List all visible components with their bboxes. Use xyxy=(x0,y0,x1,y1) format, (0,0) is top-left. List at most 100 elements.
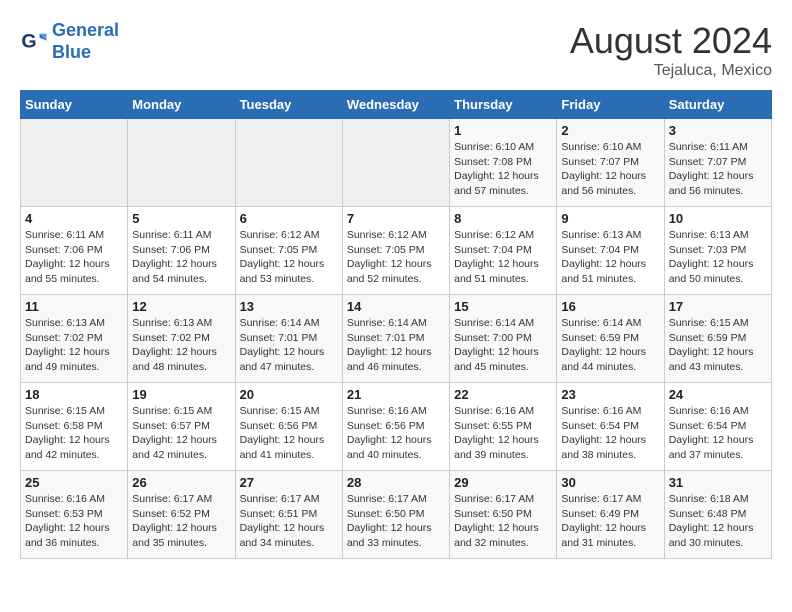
day-cell-1: 1 Sunrise: 6:10 AMSunset: 7:08 PMDaylight… xyxy=(450,119,557,207)
day-cell-empty xyxy=(128,119,235,207)
day-info: Sunrise: 6:12 AMSunset: 7:05 PMDaylight:… xyxy=(347,228,445,287)
header-saturday: Saturday xyxy=(664,91,771,119)
day-cell-9: 9Sunrise: 6:13 AMSunset: 7:04 PMDaylight… xyxy=(557,207,664,295)
calendar-table: SundayMondayTuesdayWednesdayThursdayFrid… xyxy=(20,90,772,559)
day-number: 28 xyxy=(347,475,445,490)
day-number: 26 xyxy=(132,475,230,490)
title-block: August 2024 Tejaluca, Mexico xyxy=(570,20,772,80)
day-cell-24: 24 Sunrise: 6:16 AMSunset: 6:54 PMDayligh… xyxy=(664,383,771,471)
day-number: 22 xyxy=(454,387,552,402)
day-info: Sunrise: 6:14 AMSunset: 7:00 PMDaylight:… xyxy=(454,316,552,375)
day-number: 30 xyxy=(561,475,659,490)
day-cell-23: 23 Sunrise: 6:16 AMSunset: 6:54 PMDayligh… xyxy=(557,383,664,471)
day-cell-13: 13Sunrise: 6:14 AMSunset: 7:01 PMDayligh… xyxy=(235,295,342,383)
day-info: Sunrise: 6:17 AMSunset: 6:50 PMDaylight:… xyxy=(347,492,445,551)
day-number: 23 xyxy=(561,387,659,402)
calendar-header-row: SundayMondayTuesdayWednesdayThursdayFrid… xyxy=(21,91,772,119)
day-number: 3 xyxy=(669,123,767,138)
day-number: 7 xyxy=(347,211,445,226)
day-cell-4: 4Sunrise: 6:11 AMSunset: 7:06 PMDaylight… xyxy=(21,207,128,295)
day-cell-31: 31Sunrise: 6:18 AMSunset: 6:48 PMDayligh… xyxy=(664,471,771,559)
logo-line1: General xyxy=(52,20,119,40)
logo-line2: Blue xyxy=(52,42,91,62)
day-number: 1 xyxy=(454,123,552,138)
day-info: Sunrise: 6:10 AMSunset: 7:08 PMDaylight:… xyxy=(454,140,552,199)
location: Tejaluca, Mexico xyxy=(570,62,772,80)
day-info: Sunrise: 6:16 AMSunset: 6:56 PMDaylight:… xyxy=(347,404,445,463)
day-cell-empty xyxy=(21,119,128,207)
day-info: Sunrise: 6:16 AMSunset: 6:54 PMDaylight:… xyxy=(561,404,659,463)
day-number: 13 xyxy=(240,299,338,314)
day-cell-10: 10Sunrise: 6:13 AMSunset: 7:03 PMDayligh… xyxy=(664,207,771,295)
day-info: Sunrise: 6:17 AMSunset: 6:52 PMDaylight:… xyxy=(132,492,230,551)
day-number: 19 xyxy=(132,387,230,402)
day-cell-6: 6Sunrise: 6:12 AMSunset: 7:05 PMDaylight… xyxy=(235,207,342,295)
day-cell-19: 19 Sunrise: 6:15 AMSunset: 6:57 PMDayligh… xyxy=(128,383,235,471)
day-cell-15: 15 Sunrise: 6:14 AMSunset: 7:00 PMDayligh… xyxy=(450,295,557,383)
logo-text: General Blue xyxy=(52,20,119,63)
day-info: Sunrise: 6:16 AMSunset: 6:54 PMDaylight:… xyxy=(669,404,767,463)
page-header: G General Blue August 2024 Tejaluca, Mex… xyxy=(20,20,772,80)
week-row-1: 1 Sunrise: 6:10 AMSunset: 7:08 PMDaylight… xyxy=(21,119,772,207)
day-number: 29 xyxy=(454,475,552,490)
week-row-5: 25 Sunrise: 6:16 AMSunset: 6:53 PMDayligh… xyxy=(21,471,772,559)
day-info: Sunrise: 6:12 AMSunset: 7:04 PMDaylight:… xyxy=(454,228,552,287)
day-number: 25 xyxy=(25,475,123,490)
day-cell-17: 17 Sunrise: 6:15 AMSunset: 6:59 PMDayligh… xyxy=(664,295,771,383)
day-cell-empty xyxy=(235,119,342,207)
day-info: Sunrise: 6:17 AMSunset: 6:50 PMDaylight:… xyxy=(454,492,552,551)
day-cell-25: 25 Sunrise: 6:16 AMSunset: 6:53 PMDayligh… xyxy=(21,471,128,559)
week-row-4: 18 Sunrise: 6:15 AMSunset: 6:58 PMDayligh… xyxy=(21,383,772,471)
day-number: 9 xyxy=(561,211,659,226)
header-tuesday: Tuesday xyxy=(235,91,342,119)
day-number: 4 xyxy=(25,211,123,226)
day-info: Sunrise: 6:11 AMSunset: 7:07 PMDaylight:… xyxy=(669,140,767,199)
logo: G General Blue xyxy=(20,20,119,63)
day-number: 14 xyxy=(347,299,445,314)
header-wednesday: Wednesday xyxy=(342,91,449,119)
day-info: Sunrise: 6:14 AMSunset: 7:01 PMDaylight:… xyxy=(347,316,445,375)
day-info: Sunrise: 6:17 AMSunset: 6:49 PMDaylight:… xyxy=(561,492,659,551)
header-monday: Monday xyxy=(128,91,235,119)
day-cell-16: 16Sunrise: 6:14 AMSunset: 6:59 PMDayligh… xyxy=(557,295,664,383)
day-number: 12 xyxy=(132,299,230,314)
day-info: Sunrise: 6:13 AMSunset: 7:02 PMDaylight:… xyxy=(25,316,123,375)
logo-icon: G xyxy=(20,28,48,56)
day-info: Sunrise: 6:12 AMSunset: 7:05 PMDaylight:… xyxy=(240,228,338,287)
day-number: 21 xyxy=(347,387,445,402)
day-info: Sunrise: 6:15 AMSunset: 6:58 PMDaylight:… xyxy=(25,404,123,463)
day-number: 20 xyxy=(240,387,338,402)
day-cell-11: 11Sunrise: 6:13 AMSunset: 7:02 PMDayligh… xyxy=(21,295,128,383)
day-info: Sunrise: 6:16 AMSunset: 6:53 PMDaylight:… xyxy=(25,492,123,551)
day-cell-empty xyxy=(342,119,449,207)
day-cell-29: 29 Sunrise: 6:17 AMSunset: 6:50 PMDayligh… xyxy=(450,471,557,559)
day-info: Sunrise: 6:17 AMSunset: 6:51 PMDaylight:… xyxy=(240,492,338,551)
header-friday: Friday xyxy=(557,91,664,119)
day-number: 17 xyxy=(669,299,767,314)
day-info: Sunrise: 6:13 AMSunset: 7:02 PMDaylight:… xyxy=(132,316,230,375)
day-number: 27 xyxy=(240,475,338,490)
header-sunday: Sunday xyxy=(21,91,128,119)
day-number: 24 xyxy=(669,387,767,402)
day-info: Sunrise: 6:15 AMSunset: 6:57 PMDaylight:… xyxy=(132,404,230,463)
day-info: Sunrise: 6:15 AMSunset: 6:59 PMDaylight:… xyxy=(669,316,767,375)
week-row-3: 11Sunrise: 6:13 AMSunset: 7:02 PMDayligh… xyxy=(21,295,772,383)
month-year: August 2024 xyxy=(570,20,772,62)
day-info: Sunrise: 6:16 AMSunset: 6:55 PMDaylight:… xyxy=(454,404,552,463)
day-cell-26: 26 Sunrise: 6:17 AMSunset: 6:52 PMDayligh… xyxy=(128,471,235,559)
day-cell-8: 8 Sunrise: 6:12 AMSunset: 7:04 PMDaylight… xyxy=(450,207,557,295)
day-number: 18 xyxy=(25,387,123,402)
day-cell-21: 21 Sunrise: 6:16 AMSunset: 6:56 PMDayligh… xyxy=(342,383,449,471)
day-cell-30: 30 Sunrise: 6:17 AMSunset: 6:49 PMDayligh… xyxy=(557,471,664,559)
svg-text:G: G xyxy=(21,30,36,52)
day-cell-20: 20 Sunrise: 6:15 AMSunset: 6:56 PMDayligh… xyxy=(235,383,342,471)
day-cell-27: 27 Sunrise: 6:17 AMSunset: 6:51 PMDayligh… xyxy=(235,471,342,559)
day-info: Sunrise: 6:10 AMSunset: 7:07 PMDaylight:… xyxy=(561,140,659,199)
week-row-2: 4Sunrise: 6:11 AMSunset: 7:06 PMDaylight… xyxy=(21,207,772,295)
day-info: Sunrise: 6:15 AMSunset: 6:56 PMDaylight:… xyxy=(240,404,338,463)
day-cell-12: 12 Sunrise: 6:13 AMSunset: 7:02 PMDayligh… xyxy=(128,295,235,383)
day-number: 8 xyxy=(454,211,552,226)
day-number: 5 xyxy=(132,211,230,226)
day-number: 15 xyxy=(454,299,552,314)
day-cell-14: 14 Sunrise: 6:14 AMSunset: 7:01 PMDayligh… xyxy=(342,295,449,383)
